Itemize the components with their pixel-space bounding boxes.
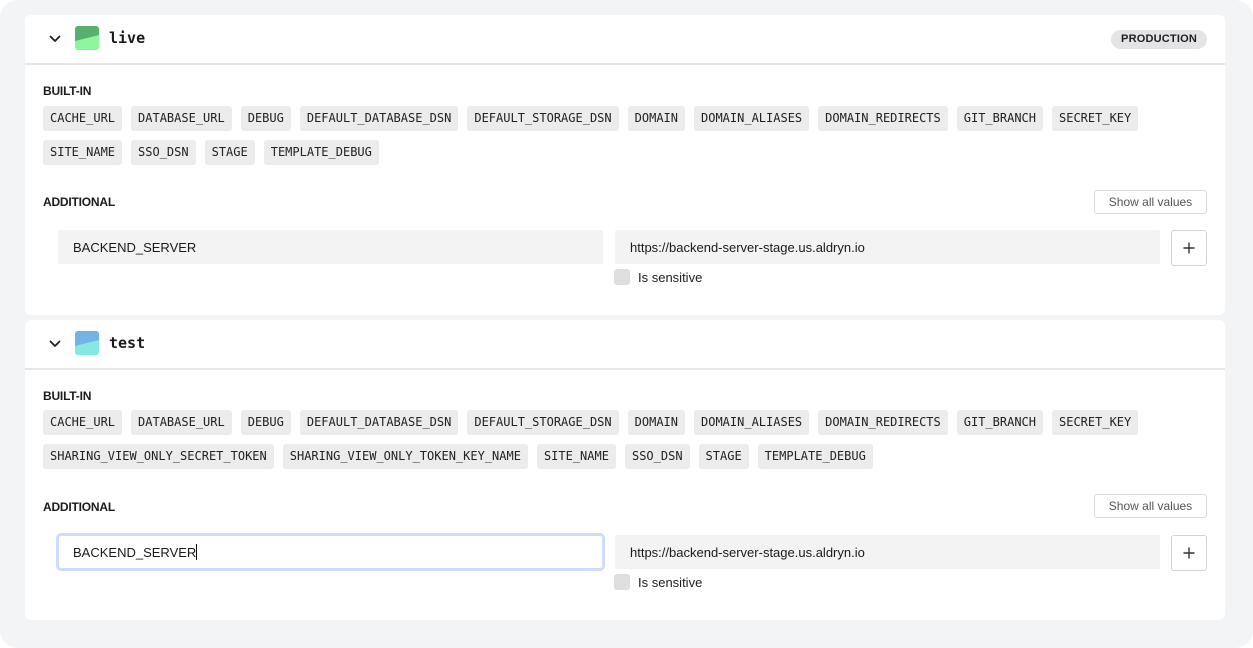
variable-key-input[interactable] bbox=[58, 230, 603, 264]
builtin-variable-list: CACHE_URL DATABASE_URL DEBUG DEFAULT_DATABA… bbox=[43, 106, 1213, 165]
builtin-variable-chip[interactable]: TEMPLATE_DEBUG bbox=[757, 444, 873, 469]
environment-card-test: test BUILT-IN CACHE_URL DATABASE_URL DEBUG… bbox=[25, 320, 1225, 620]
builtin-variable-chip[interactable]: GIT_BRANCH bbox=[956, 410, 1043, 435]
builtin-variable-chip[interactable]: CACHE_URL bbox=[43, 410, 123, 435]
builtin-variable-chip[interactable]: TEMPLATE_DEBUG bbox=[263, 140, 379, 165]
builtin-variable-chip[interactable]: STAGE bbox=[698, 444, 749, 469]
builtin-variable-list: CACHE_URL DATABASE_URL DEBUG DEFAULT_DATABA… bbox=[43, 410, 1213, 469]
environment-header: test bbox=[25, 320, 1225, 370]
builtin-variable-chip[interactable]: DOMAIN_REDIRECTS bbox=[818, 106, 948, 131]
plus-icon bbox=[1183, 547, 1195, 559]
builtin-variable-chip[interactable]: DOMAIN_ALIASES bbox=[694, 106, 810, 131]
plus-icon bbox=[1183, 242, 1195, 254]
builtin-variable-chip[interactable]: DOMAIN_REDIRECTS bbox=[818, 410, 948, 435]
is-sensitive-checkbox[interactable] bbox=[614, 574, 630, 590]
is-sensitive-toggle[interactable]: Is sensitive bbox=[614, 574, 702, 590]
environment-badge: PRODUCTION bbox=[1111, 30, 1207, 49]
text-cursor bbox=[196, 544, 198, 560]
builtin-variable-chip[interactable]: DEFAULT_STORAGE_DSN bbox=[467, 410, 619, 435]
environment-card-live: live PRODUCTION BUILT-IN CACHE_URL DATABA… bbox=[25, 15, 1225, 315]
builtin-section-label: BUILT-IN bbox=[43, 84, 92, 98]
variable-value-input[interactable] bbox=[615, 230, 1160, 264]
page-background: live PRODUCTION BUILT-IN CACHE_URL DATABA… bbox=[0, 0, 1253, 648]
builtin-variable-chip[interactable]: SECRET_KEY bbox=[1052, 106, 1139, 131]
builtin-variable-chip[interactable]: DEBUG bbox=[240, 106, 291, 131]
environment-name: live bbox=[109, 29, 146, 47]
environment-header: live PRODUCTION bbox=[25, 15, 1225, 65]
builtin-variable-chip[interactable]: DATABASE_URL bbox=[131, 410, 232, 435]
builtin-section-label: BUILT-IN bbox=[43, 389, 92, 403]
builtin-variable-chip[interactable]: GIT_BRANCH bbox=[956, 106, 1043, 131]
add-variable-button[interactable] bbox=[1171, 535, 1207, 571]
variable-value-input[interactable] bbox=[615, 535, 1160, 569]
builtin-variable-chip[interactable]: SECRET_KEY bbox=[1052, 410, 1139, 435]
builtin-variable-chip[interactable]: STAGE bbox=[204, 140, 255, 165]
builtin-variable-chip[interactable]: SSO_DSN bbox=[131, 140, 196, 165]
builtin-variable-chip[interactable]: DEFAULT_STORAGE_DSN bbox=[467, 106, 619, 131]
builtin-variable-chip[interactable]: SITE_NAME bbox=[43, 140, 123, 165]
additional-section-label: ADDITIONAL bbox=[43, 195, 115, 209]
is-sensitive-checkbox[interactable] bbox=[614, 269, 630, 285]
variable-row: Is sensitive bbox=[56, 533, 1207, 595]
add-variable-button[interactable] bbox=[1171, 230, 1207, 266]
show-all-values-button[interactable]: Show all values bbox=[1094, 494, 1207, 518]
environment-color-swatch bbox=[75, 331, 99, 355]
show-all-values-button[interactable]: Show all values bbox=[1094, 190, 1207, 214]
builtin-variable-chip[interactable]: DATABASE_URL bbox=[131, 106, 232, 131]
builtin-variable-chip[interactable]: DOMAIN_ALIASES bbox=[694, 410, 810, 435]
builtin-variable-chip[interactable]: DEBUG bbox=[240, 410, 291, 435]
environment-color-swatch bbox=[75, 26, 99, 50]
builtin-variable-chip[interactable]: DEFAULT_DATABASE_DSN bbox=[299, 106, 459, 131]
builtin-variable-chip[interactable]: CACHE_URL bbox=[43, 106, 123, 131]
builtin-variable-chip[interactable]: DOMAIN bbox=[627, 106, 685, 131]
builtin-variable-chip[interactable]: SHARING_VIEW_ONLY_SECRET_TOKEN bbox=[43, 444, 274, 469]
environment-name: test bbox=[109, 334, 146, 352]
variable-row: Is sensitive bbox=[58, 230, 1207, 290]
builtin-variable-chip[interactable]: DEFAULT_DATABASE_DSN bbox=[299, 410, 459, 435]
is-sensitive-label: Is sensitive bbox=[638, 269, 703, 285]
is-sensitive-toggle[interactable]: Is sensitive bbox=[614, 269, 702, 285]
builtin-variable-chip[interactable]: SITE_NAME bbox=[536, 444, 616, 469]
additional-section-label: ADDITIONAL bbox=[43, 500, 115, 514]
is-sensitive-label: Is sensitive bbox=[638, 574, 703, 590]
chevron-down-icon[interactable] bbox=[49, 338, 61, 350]
builtin-variable-chip[interactable]: SSO_DSN bbox=[624, 444, 690, 469]
builtin-variable-chip[interactable]: SHARING_VIEW_ONLY_TOKEN_KEY_NAME bbox=[282, 444, 528, 469]
variable-key-input[interactable] bbox=[56, 533, 605, 571]
builtin-variable-chip[interactable]: DOMAIN bbox=[627, 410, 685, 435]
chevron-down-icon[interactable] bbox=[49, 33, 61, 45]
